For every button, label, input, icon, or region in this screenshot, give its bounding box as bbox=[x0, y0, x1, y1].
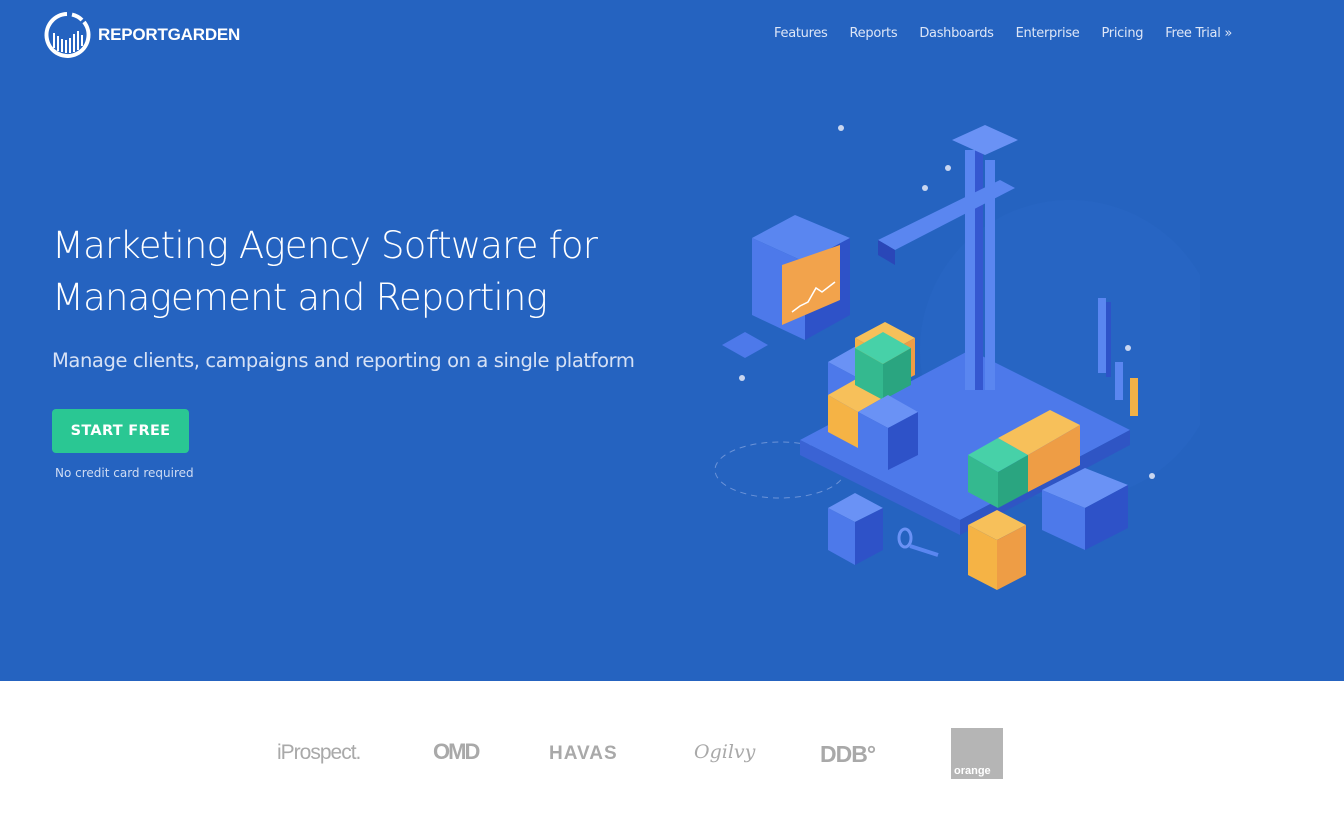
logo-icon bbox=[44, 12, 91, 58]
main-nav: Features Reports Dashboards Enterprise P… bbox=[752, 26, 1232, 41]
logo-havas: HAVAS bbox=[549, 743, 618, 764]
logo-orange: orange bbox=[951, 728, 1003, 779]
isometric-blocks-illustration bbox=[714, 125, 1200, 590]
headline-line-2: Management and Reporting bbox=[52, 276, 548, 319]
headline-line-1: Marketing Agency Software for bbox=[52, 224, 598, 267]
page-title: Marketing Agency Software for Management… bbox=[52, 220, 652, 324]
no-credit-card-note: No credit card required bbox=[55, 466, 194, 480]
nav-dashboards[interactable]: Dashboards bbox=[919, 26, 994, 41]
nav-reports[interactable]: Reports bbox=[850, 26, 898, 41]
nav-pricing[interactable]: Pricing bbox=[1102, 26, 1144, 41]
logo-ddb: DDB° bbox=[820, 741, 876, 767]
logo[interactable]: REPORTGARDEN bbox=[42, 10, 240, 60]
logo-iprospect: iProspect. bbox=[277, 741, 361, 764]
subheadline: Manage clients, campaigns and reporting … bbox=[52, 349, 635, 372]
logo-orange-text: orange bbox=[954, 765, 991, 777]
logo-ogilvy: Ogilvy bbox=[694, 741, 756, 763]
start-free-button[interactable]: START FREE bbox=[52, 409, 189, 453]
hero-section: REPORTGARDEN Features Reports Dashboards… bbox=[0, 0, 1344, 681]
nav-enterprise[interactable]: Enterprise bbox=[1016, 26, 1080, 41]
client-logos: iProspect. OMD HAVAS Ogilvy DDB° orange bbox=[0, 681, 1344, 815]
logo-omd: OMD bbox=[433, 739, 480, 764]
logo-text: REPORTGARDEN bbox=[98, 25, 241, 44]
nav-free-trial[interactable]: Free Trial » bbox=[1165, 26, 1232, 41]
nav-features[interactable]: Features bbox=[774, 26, 828, 41]
